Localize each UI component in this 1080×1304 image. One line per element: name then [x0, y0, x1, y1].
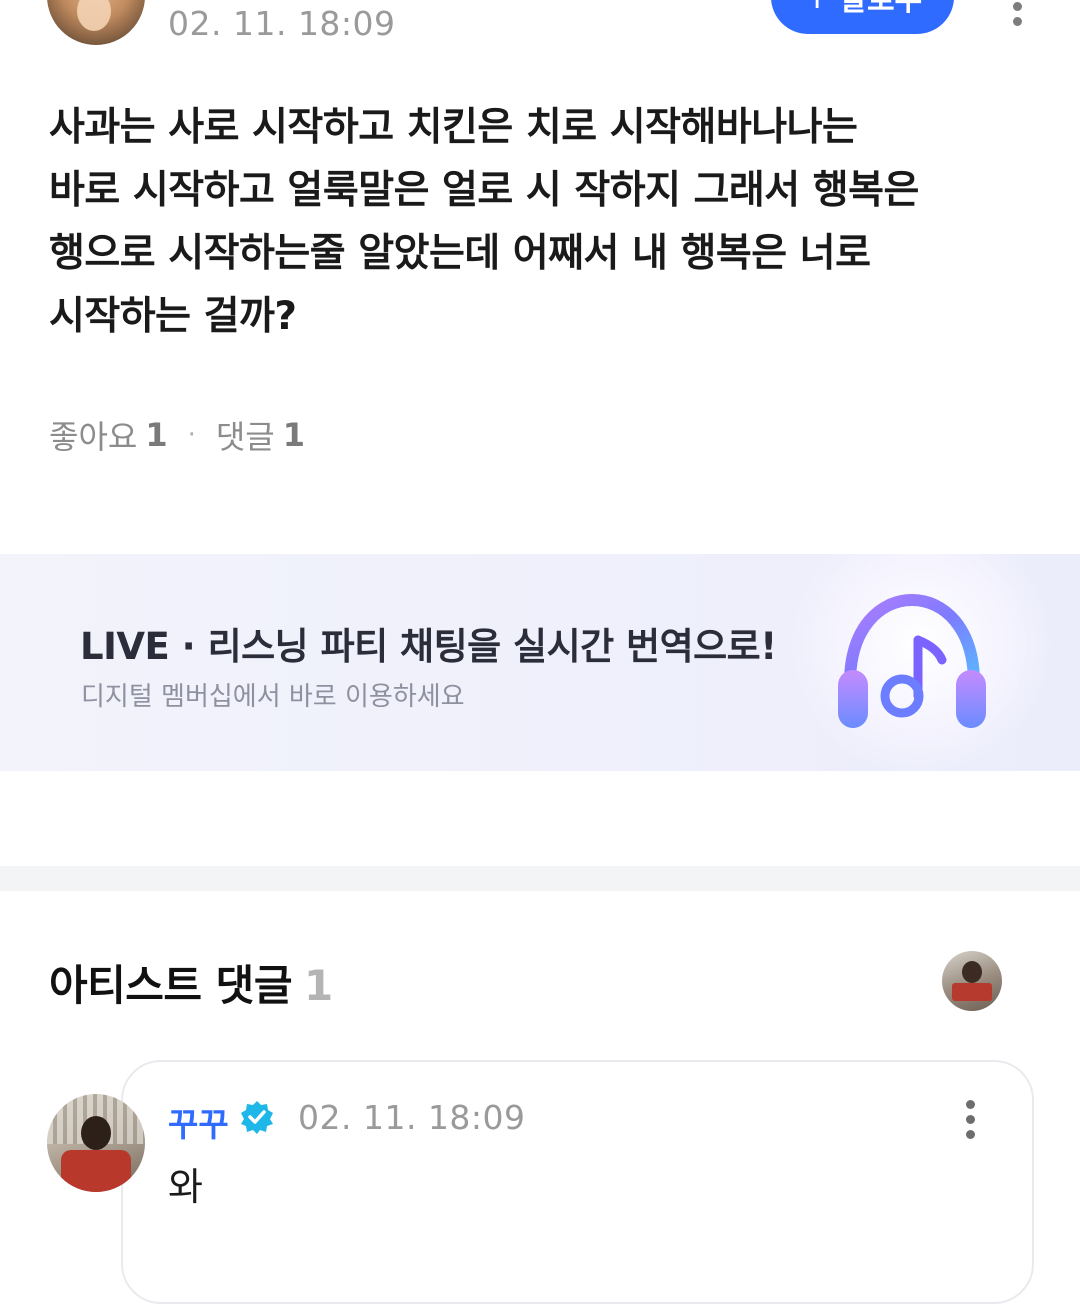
artist-avatar[interactable] — [942, 951, 1002, 1011]
post-author-avatar[interactable] — [47, 0, 145, 45]
banner-title: LIVE · 리스닝 파티 채팅을 실시간 번역으로! — [80, 625, 777, 668]
commenter-name[interactable]: 꾸꾸 — [168, 1098, 229, 1146]
headphones-music-icon — [838, 593, 986, 728]
likes-label[interactable]: 좋아요 — [49, 412, 137, 458]
comments-count: 1 — [282, 416, 306, 454]
post-body: 사과는 사로 시작하고 치킨은 치로 시작해바나나는 바로 시작하고 얼룩말은 … — [49, 96, 1039, 348]
likes-count: 1 — [145, 416, 168, 454]
artist-comments-label: 아티스트 댓글 — [49, 961, 292, 1010]
stats-separator: · — [187, 420, 196, 450]
artist-comments-count: 1 — [303, 961, 333, 1010]
follow-label: 팔로우 — [839, 0, 923, 18]
post-body-line: 시작하는 걸까? — [49, 294, 297, 339]
post-stats: 좋아요 1 · 댓글 1 — [49, 412, 305, 458]
artist-comments-title: 아티스트 댓글 1 — [49, 952, 333, 1013]
banner-subtitle: 디지털 멤버십에서 바로 이용하세요 — [81, 682, 465, 712]
comment-text: 와 — [168, 1165, 203, 1209]
comment-more-options-icon[interactable] — [955, 1100, 985, 1140]
post-body-line: 사과는 사로 시작하고 치킨은 치로 시작해바나나는 — [49, 105, 858, 150]
comment-timestamp: 02. 11. 18:09 — [298, 1098, 526, 1137]
plus-icon: + — [803, 0, 832, 17]
verified-badge-icon — [241, 1101, 273, 1134]
artist-comment-card — [121, 1060, 1034, 1304]
comments-label[interactable]: 댓글 — [216, 412, 275, 458]
promo-banner[interactable]: LIVE · 리스닝 파티 채팅을 실시간 번역으로! 디지털 멤버십에서 바로… — [0, 554, 1080, 771]
post-timestamp: 02. 11. 18:09 — [168, 4, 396, 43]
section-divider — [0, 866, 1080, 891]
post-body-line: 바로 시작하고 얼룩말은 얼로 시 작하지 그래서 행복은 — [49, 168, 919, 213]
post-body-line: 행으로 시작하는줄 알았는데 어째서 내 행복은 너로 — [49, 231, 871, 276]
post-more-options-icon[interactable] — [1002, 0, 1032, 26]
follow-button[interactable]: + 팔로우 — [771, 0, 954, 34]
commenter-avatar[interactable] — [47, 1094, 145, 1192]
